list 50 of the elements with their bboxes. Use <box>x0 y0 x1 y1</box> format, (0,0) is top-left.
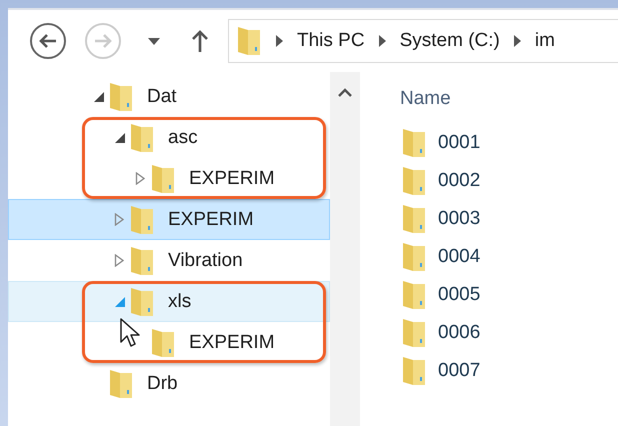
folder-icon <box>130 122 154 152</box>
expand-triangle-icon[interactable] <box>114 213 124 226</box>
address-bar[interactable]: This PC System (C:) im <box>228 19 618 63</box>
folder-icon <box>402 318 426 348</box>
tree-item[interactable]: asc <box>8 117 330 158</box>
tree-item[interactable]: xls <box>8 281 330 322</box>
chevron-icon <box>378 35 386 47</box>
folder-icon <box>402 242 426 272</box>
folder-icon <box>236 25 262 57</box>
folder-icon <box>402 166 426 196</box>
file-item[interactable]: 0004 <box>392 238 618 276</box>
chevron-up-icon <box>338 88 352 96</box>
folder-icon <box>402 280 426 310</box>
folder-icon <box>130 246 154 276</box>
tree-item[interactable]: Drb <box>8 363 330 404</box>
breadcrumb[interactable]: This PC <box>297 30 365 52</box>
file-item[interactable]: 0007 <box>392 352 618 390</box>
tree-item[interactable]: Dat <box>8 76 330 117</box>
chevron-icon <box>514 35 521 47</box>
back-button[interactable] <box>30 23 66 59</box>
expand-triangle-icon[interactable] <box>135 172 145 185</box>
folder-icon <box>130 286 154 316</box>
breadcrumb[interactable]: System (C:) <box>400 30 500 52</box>
folder-icon <box>402 128 426 158</box>
folder-icon <box>109 368 133 398</box>
folder-icon <box>151 328 175 358</box>
tree-item[interactable]: EXPERIM <box>8 158 330 199</box>
folder-icon <box>130 204 154 234</box>
chevron-icon <box>276 35 283 47</box>
folder-icon <box>151 164 175 194</box>
collapse-triangle-icon[interactable] <box>114 132 126 144</box>
file-item[interactable]: 0005 <box>392 276 618 314</box>
left-arrow-icon <box>39 34 57 48</box>
file-item[interactable]: 0003 <box>392 200 618 238</box>
folder-icon <box>402 356 426 386</box>
file-item[interactable]: 0006 <box>392 314 618 352</box>
folder-icon <box>402 204 426 234</box>
up-arrow-icon <box>192 30 208 52</box>
breadcrumb[interactable]: im <box>534 30 555 52</box>
file-item[interactable]: 0002 <box>392 162 618 200</box>
tree-item[interactable]: Vibration <box>8 240 330 281</box>
expand-triangle-icon[interactable] <box>114 254 124 267</box>
folder-icon <box>109 82 133 112</box>
collapse-triangle-icon[interactable] <box>93 90 105 102</box>
column-header[interactable]: Name <box>400 88 451 110</box>
tree-item[interactable]: EXPERIM <box>8 199 330 240</box>
mouse-pointer-icon <box>120 318 140 348</box>
right-arrow-icon <box>94 34 112 48</box>
caret-icon <box>148 38 160 44</box>
file-item[interactable]: 0001 <box>392 124 618 162</box>
